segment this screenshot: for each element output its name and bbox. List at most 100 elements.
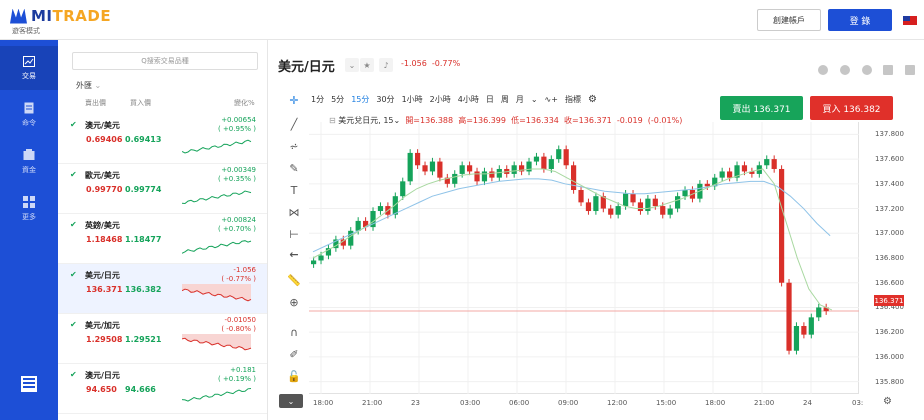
- interval-7[interactable]: 日: [486, 94, 494, 105]
- category-dropdown[interactable]: 外匯 ⌄: [76, 80, 101, 91]
- sell-price[interactable]: 0.69406: [86, 135, 122, 144]
- instrument-row[interactable]: ✔ 澳元/日元 94.650 94.666 +0.181( +0.19% ): [58, 364, 267, 414]
- compass-icon[interactable]: [840, 65, 850, 75]
- sell-button[interactable]: 賣出 136.371: [720, 96, 803, 120]
- instrument-row[interactable]: ✔ 美元/加元 1.29508 1.29521 -0.01050( -0.80%…: [58, 314, 267, 364]
- y-tick: 137.800: [875, 130, 904, 139]
- trendline-icon[interactable]: ╱: [286, 116, 302, 132]
- back-arrow-icon[interactable]: ←: [286, 246, 302, 262]
- ruler-icon[interactable]: 📏: [286, 272, 302, 288]
- y-tick: 136.000: [875, 352, 904, 361]
- chart-style-icon[interactable]: [862, 65, 872, 75]
- instrument-name: 澳元/日元: [85, 371, 120, 380]
- sell-price[interactable]: 0.99770: [86, 185, 122, 194]
- x-tick: 03:00: [460, 399, 481, 407]
- check-icon: ✔: [70, 170, 77, 179]
- candle: [704, 183, 710, 187]
- crosshair-icon[interactable]: ✛: [286, 92, 302, 108]
- x-tick: 18:00: [705, 399, 726, 407]
- instrument-row[interactable]: ✔ 英鎊/美元 1.18468 1.18477 +0.00824( +0.70%…: [58, 214, 267, 264]
- interval-3[interactable]: 30分: [376, 94, 394, 105]
- nav-label: 命令: [22, 119, 36, 127]
- indicators-icon[interactable]: ∿+: [545, 95, 558, 104]
- interval-9[interactable]: 月: [516, 94, 524, 105]
- interval-4[interactable]: 1小時: [402, 94, 423, 105]
- qr-code-icon[interactable]: [21, 376, 37, 392]
- register-button[interactable]: 創建帳戶: [757, 9, 821, 31]
- lock-icon[interactable]: 🔓: [286, 368, 302, 384]
- logo[interactable]: MITRADE: [10, 7, 111, 25]
- measure-icon[interactable]: ⊢: [286, 226, 302, 242]
- change-amount: +0.00349: [221, 166, 256, 174]
- y-tick: 137.200: [875, 204, 904, 213]
- zoom-in-icon[interactable]: ⊕: [286, 294, 302, 310]
- lock-drawing-icon[interactable]: ✐: [286, 346, 302, 362]
- instrument-row[interactable]: ✔ 歐元/美元 0.99770 0.99774 +0.00349( +0.35%…: [58, 164, 267, 214]
- x-tick: 09:00: [558, 399, 579, 407]
- language-flag-icon[interactable]: [903, 16, 917, 25]
- bell-icon[interactable]: ♪: [379, 58, 393, 72]
- instrument-name: 歐元/美元: [85, 171, 120, 180]
- y-tick: 136.600: [875, 278, 904, 287]
- sparkline: [182, 388, 252, 402]
- interval-0[interactable]: 1分: [311, 94, 324, 105]
- nav-item-funds[interactable]: 資金: [0, 140, 58, 184]
- buy-price[interactable]: 1.29521: [125, 335, 161, 344]
- logo-mark-icon: [10, 8, 27, 24]
- indicators-button[interactable]: 指標: [565, 94, 581, 105]
- interval-6[interactable]: 4小時: [458, 94, 479, 105]
- chart-settings-icon[interactable]: ⚙: [883, 396, 892, 407]
- instrument-row[interactable]: ✔ 美元/日元 136.371 136.382 -1.056( -0.77% ): [58, 264, 267, 314]
- buy-price[interactable]: 0.69413: [125, 135, 161, 144]
- sparkline: [182, 284, 252, 302]
- symbol-dropdown-icon[interactable]: ⌄: [345, 58, 359, 72]
- nav-item-orders[interactable]: 命令: [0, 93, 58, 137]
- x-tick: 12:00: [607, 399, 628, 407]
- buy-price[interactable]: 0.99774: [125, 185, 161, 194]
- pie-icon[interactable]: [818, 65, 828, 75]
- candle: [511, 165, 517, 174]
- brush-icon[interactable]: ✎: [286, 160, 302, 176]
- sell-price[interactable]: 136.371: [86, 285, 122, 294]
- moving-average-fast: [312, 168, 833, 311]
- instrument-name: 美元/加元: [85, 321, 120, 330]
- buy-price[interactable]: 136.382: [125, 285, 161, 294]
- candle: [459, 165, 465, 174]
- buy-button[interactable]: 買入 136.382: [810, 96, 893, 120]
- nav-label: 更多: [22, 213, 36, 221]
- price-plot[interactable]: [309, 122, 861, 394]
- sell-price[interactable]: 94.650: [86, 385, 117, 394]
- candle: [578, 190, 584, 203]
- change-value: +0.00824( +0.70% ): [186, 216, 256, 234]
- buy-price[interactable]: 94.666: [125, 385, 156, 394]
- candle: [541, 156, 547, 169]
- nav-item-trade[interactable]: 交易: [0, 46, 58, 90]
- check-icon: ✔: [70, 370, 77, 379]
- search-input[interactable]: Q搜索交易品種: [72, 52, 258, 70]
- collapse-toolbar-icon[interactable]: ⌄: [279, 394, 303, 408]
- interval-1[interactable]: 5分: [331, 94, 344, 105]
- calendar-icon[interactable]: [883, 65, 893, 75]
- fib-icon[interactable]: ⩫: [286, 138, 302, 154]
- check-icon: ✔: [70, 320, 77, 329]
- settings-gear-icon[interactable]: ⚙: [588, 94, 597, 105]
- interval-2[interactable]: 15分: [351, 94, 369, 105]
- sell-price[interactable]: 1.29508: [86, 335, 122, 344]
- text-icon[interactable]: T: [286, 182, 302, 198]
- instrument-row[interactable]: ✔ 澳元/美元 0.69406 0.69413 +0.00654( +0.95%…: [58, 114, 267, 164]
- login-button[interactable]: 登 錄: [828, 9, 892, 31]
- buy-price[interactable]: 1.18477: [125, 235, 161, 244]
- candle: [377, 206, 384, 212]
- nav-item-more[interactable]: 更多: [0, 187, 58, 231]
- star-icon[interactable]: ★: [360, 58, 374, 72]
- layout-icon[interactable]: [905, 65, 915, 75]
- candle: [407, 152, 413, 182]
- interval-8[interactable]: 周: [501, 94, 509, 105]
- x-tick: 06:00: [509, 399, 530, 407]
- sell-price[interactable]: 1.18468: [86, 235, 122, 244]
- pattern-icon[interactable]: ⋈: [286, 204, 302, 220]
- interval-5[interactable]: 2小時: [430, 94, 451, 105]
- magnet-icon[interactable]: ∩: [286, 324, 302, 340]
- chevron-down-icon[interactable]: ⌄: [531, 95, 538, 104]
- y-tick: 137.400: [875, 179, 904, 188]
